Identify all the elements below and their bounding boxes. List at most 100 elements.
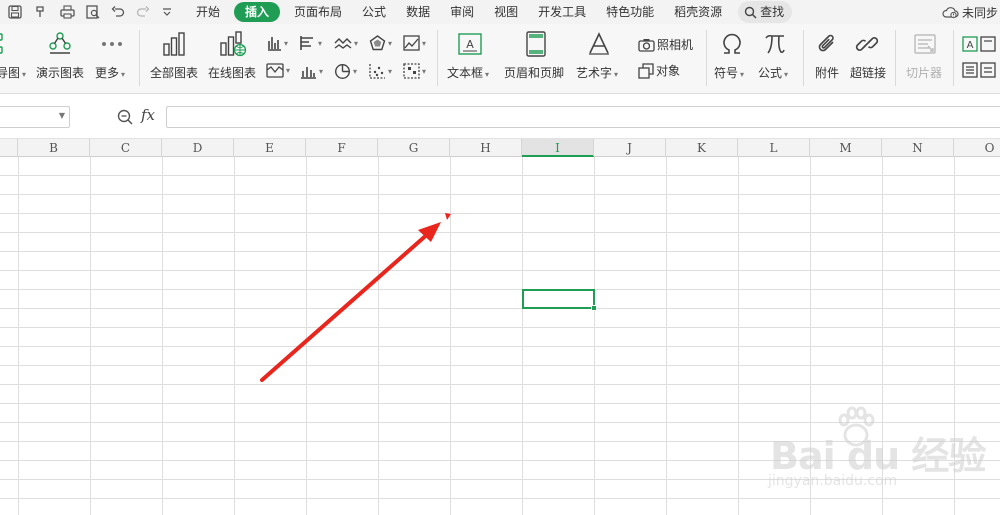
wordart-button[interactable] (585, 30, 613, 58)
name-box-dropdown-icon[interactable]: ▼ (59, 111, 65, 120)
formula-button[interactable] (761, 30, 789, 58)
area-chart-dropdown[interactable]: ▾ (403, 35, 426, 51)
attachment-button[interactable] (814, 30, 840, 58)
ribbon-separator (953, 30, 954, 86)
active-cell-selection[interactable] (522, 289, 595, 309)
column-header-row: B C D E F G H I J K L M N O (0, 139, 1000, 157)
text-a-box-icon: A (962, 36, 978, 52)
format-painter-icon[interactable] (32, 3, 50, 21)
column-header-n[interactable]: N (882, 139, 954, 157)
tab-docer-resources[interactable]: 稻壳资源 (664, 2, 732, 22)
column-header-b[interactable]: B (18, 139, 90, 157)
scatter-chart-dropdown[interactable]: ▾ (369, 63, 392, 79)
bar-chart-dropdown[interactable]: ▾ (300, 35, 322, 51)
column-header-m[interactable]: M (810, 139, 882, 157)
radar-chart-icon (369, 35, 386, 51)
save-icon[interactable] (6, 3, 24, 21)
scatter-chart-icon (369, 64, 385, 79)
column-header-j[interactable]: J (594, 139, 666, 157)
print-icon[interactable] (58, 3, 76, 21)
pi-formula-icon (765, 34, 785, 54)
all-charts-button[interactable] (160, 30, 188, 58)
wordart-label: 艺术字 ▾ (576, 66, 619, 80)
customize-quick-access-icon[interactable] (158, 3, 176, 21)
column-header-k[interactable]: K (666, 139, 738, 157)
baidu-jingyan-watermark: Bai du 经验 jingyan.baidu.com (744, 403, 1000, 515)
undo-icon[interactable] (109, 3, 127, 21)
tab-page-layout[interactable]: 页面布局 (284, 2, 352, 22)
horizontal-bar-chart-icon (300, 36, 313, 50)
column-header-o[interactable]: O (954, 139, 1000, 157)
ribbon-separator (803, 30, 804, 86)
line-list-button[interactable] (962, 62, 996, 78)
formula-input[interactable] (166, 106, 1000, 128)
other-chart-dropdown[interactable]: ▾ (403, 63, 426, 79)
tab-home[interactable]: 开始 (186, 2, 230, 22)
textbox-button[interactable]: A (456, 30, 484, 58)
tab-view[interactable]: 视图 (484, 2, 528, 22)
textbox-label: 文本框 ▾ (447, 66, 490, 80)
mind-map-label: 导图▾ (0, 66, 27, 80)
tab-insert[interactable]: 插入 (234, 2, 281, 22)
camera-button[interactable]: 照相机 (638, 36, 693, 53)
attachment-label: 附件 (815, 66, 840, 80)
sync-status[interactable]: 未同步 (941, 0, 1000, 24)
frame-lines-icon (980, 62, 996, 78)
slicer-button[interactable] (912, 30, 938, 58)
online-charts-button[interactable] (219, 30, 247, 58)
object-icon (638, 62, 654, 79)
stock-chart-dropdown[interactable]: ▾ (266, 63, 290, 78)
more-button[interactable] (100, 30, 124, 58)
column-header-f[interactable]: F (306, 139, 378, 157)
pie-chart-dropdown[interactable]: ▾ (334, 63, 357, 80)
formula-bar: ▼ fx (0, 95, 1000, 139)
search-button[interactable]: 查找 (738, 1, 793, 23)
envelope-chart-icon (266, 63, 284, 78)
zoom-search-icon[interactable] (116, 108, 134, 126)
mind-map-button[interactable] (0, 30, 16, 58)
column-chart-dropdown[interactable]: ▾ (266, 35, 288, 51)
column-header-e[interactable]: E (234, 139, 306, 157)
ribbon-separator (706, 30, 707, 86)
grid-chart-icon (403, 63, 420, 79)
column-header-i[interactable]: I (522, 139, 594, 157)
column-header-d[interactable]: D (162, 139, 234, 157)
column-header-h[interactable]: H (450, 139, 522, 157)
mind-map-icon (0, 33, 3, 54)
column-header-g[interactable]: G (378, 139, 450, 157)
camera-label: 照相机 (657, 38, 694, 52)
print-preview-icon[interactable] (84, 3, 102, 21)
demo-chart-icon (49, 32, 71, 54)
menu-bar: 开始 插入 页面布局 公式 数据 审阅 视图 开发工具 特色功能 稻壳资源 查找… (0, 0, 1000, 24)
object-button[interactable]: 对象 (638, 62, 680, 79)
line-chart-dropdown[interactable]: ▾ (334, 35, 358, 51)
hyperlink-button[interactable] (854, 30, 880, 58)
column-header-l[interactable]: L (738, 139, 810, 157)
ribbon-separator (895, 30, 896, 86)
textbox-icon: A (458, 33, 482, 55)
watermark-brand: Bai du 经验 (770, 434, 986, 478)
frame-icon (980, 36, 996, 52)
paperclip-icon (818, 34, 834, 52)
redo-icon[interactable] (134, 3, 152, 21)
tab-review[interactable]: 审阅 (440, 2, 484, 22)
object-label: 对象 (656, 64, 681, 78)
text-direction-button[interactable]: A (962, 36, 996, 52)
column-header-c[interactable]: C (90, 139, 162, 157)
fill-handle[interactable] (591, 305, 597, 311)
combo-chart-dropdown[interactable]: ▾ (300, 63, 323, 79)
formula-label: 公式 ▾ (758, 66, 789, 80)
tab-data[interactable]: 数据 (396, 2, 440, 22)
symbol-button[interactable] (718, 30, 746, 58)
tab-formulas[interactable]: 公式 (352, 2, 396, 22)
radar-chart-dropdown[interactable]: ▾ (369, 35, 392, 51)
menu-tabs: 开始 插入 页面布局 公式 数据 审阅 视图 开发工具 特色功能 稻壳资源 查找 (186, 0, 793, 24)
insert-function-button[interactable]: fx (141, 106, 155, 124)
sync-status-label: 未同步 (961, 5, 998, 20)
tab-developer[interactable]: 开发工具 (528, 2, 596, 22)
header-footer-button[interactable] (522, 30, 550, 58)
column-header-partial[interactable] (0, 139, 18, 157)
tab-special-features[interactable]: 特色功能 (596, 2, 664, 22)
demo-chart-button[interactable] (46, 30, 74, 58)
name-box[interactable]: ▼ (0, 106, 70, 128)
